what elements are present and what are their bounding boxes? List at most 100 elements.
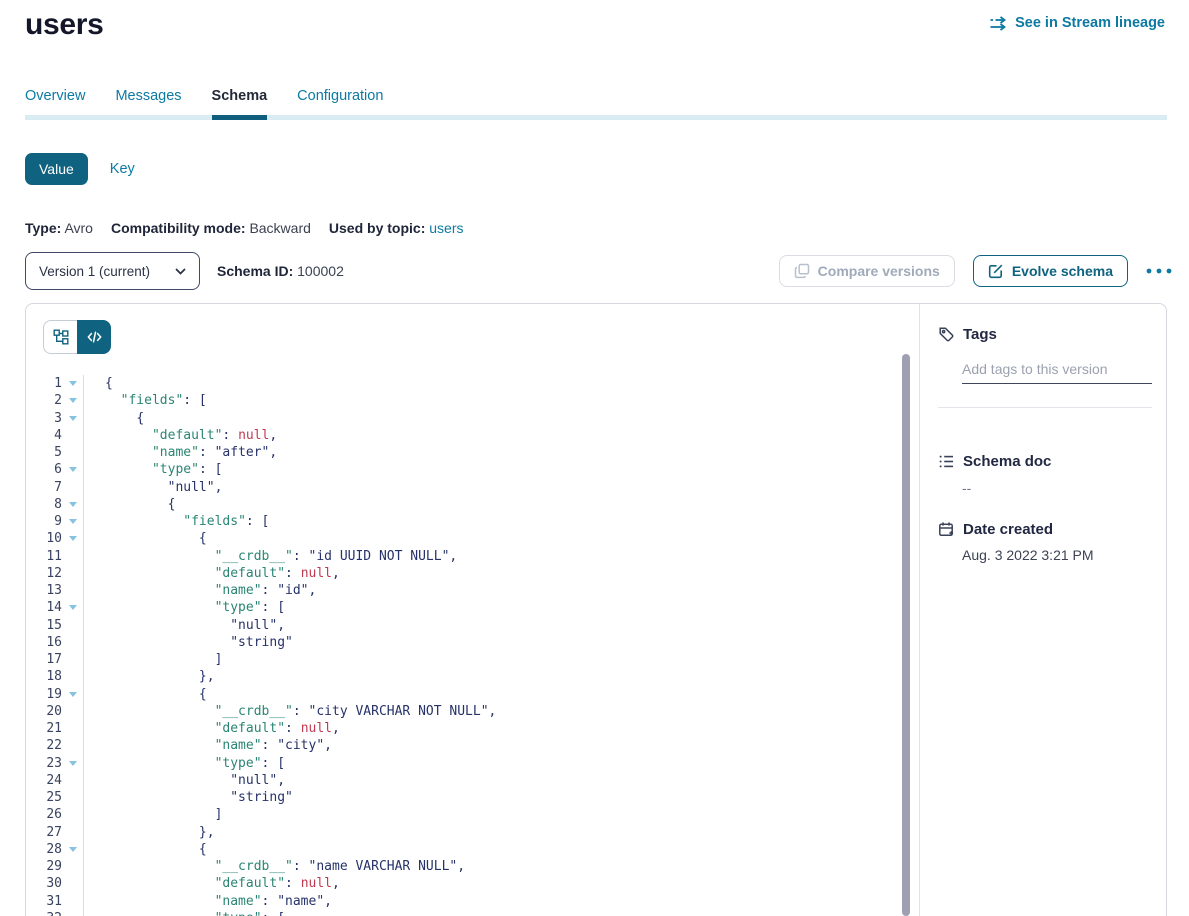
schema-doc-section-header: Schema doc: [938, 453, 1152, 470]
tab-bar: Overview Messages Schema Configuration: [0, 88, 1189, 120]
type-value: Avro: [64, 220, 93, 236]
code-line: 20 "__crdb__": "city VARCHAR NOT NULL",: [26, 703, 919, 720]
line-number: 29: [26, 858, 62, 875]
code-text: "__crdb__": "id UUID NOT NULL",: [84, 548, 457, 565]
line-number: 21: [26, 720, 62, 737]
list-icon: [938, 453, 955, 470]
code-line: 18 },: [26, 668, 919, 685]
calendar-plus-icon: [938, 521, 955, 538]
fold-gutter: [62, 720, 84, 737]
fold-gutter: [62, 392, 84, 409]
code-line: 25 "string": [26, 789, 919, 806]
topic-link[interactable]: users: [429, 220, 463, 236]
collapse-arrow-icon[interactable]: [69, 467, 77, 472]
line-number: 28: [26, 841, 62, 858]
tags-section-header: Tags: [938, 326, 1152, 343]
fold-gutter: [62, 824, 84, 841]
line-number: 32: [26, 910, 62, 916]
collapse-arrow-icon[interactable]: [69, 692, 77, 697]
code-line: 10 {: [26, 530, 919, 547]
collapse-arrow-icon[interactable]: [69, 519, 77, 524]
tree-view-button[interactable]: [43, 320, 77, 354]
type-label: Type:: [25, 220, 61, 236]
code-text: ]: [84, 806, 222, 823]
line-number: 27: [26, 824, 62, 841]
used-by-topic: Used by topic: users: [329, 220, 464, 236]
version-select[interactable]: Version 1 (current): [25, 252, 200, 290]
code-view-button[interactable]: [77, 320, 111, 354]
code-text: "default": null,: [84, 720, 340, 737]
evolve-schema-button[interactable]: Evolve schema: [973, 255, 1128, 287]
more-options-button[interactable]: [1146, 268, 1172, 274]
line-number: 20: [26, 703, 62, 720]
collapse-arrow-icon[interactable]: [69, 536, 77, 541]
vertical-scrollbar-thumb[interactable]: [902, 354, 910, 916]
collapse-arrow-icon[interactable]: [69, 381, 77, 386]
code-text: "__crdb__": "name VARCHAR NULL",: [84, 858, 465, 875]
code-text: "name": "id",: [84, 582, 316, 599]
schema-id-value: 100002: [297, 263, 344, 279]
line-number: 10: [26, 530, 62, 547]
fold-gutter: [62, 548, 84, 565]
value-key-toggle: Value Key: [25, 153, 135, 185]
code-line: 12 "default": null,: [26, 565, 919, 582]
code-view-icon: [87, 330, 102, 344]
code-text: "null",: [84, 617, 285, 634]
code-text: {: [84, 410, 144, 427]
code-line: 6 "type": [: [26, 461, 919, 478]
code-text: "null",: [84, 772, 285, 789]
fold-gutter: [62, 530, 84, 547]
fold-gutter: [62, 755, 84, 772]
tab-messages[interactable]: Messages: [115, 88, 181, 118]
collapse-arrow-icon[interactable]: [69, 605, 77, 610]
fold-gutter: [62, 772, 84, 789]
edit-icon: [988, 263, 1004, 279]
line-number: 30: [26, 875, 62, 892]
tab-overview[interactable]: Overview: [25, 88, 85, 118]
compare-versions-button[interactable]: Compare versions: [779, 255, 955, 287]
tags-input[interactable]: [962, 361, 1152, 384]
code-text: "__crdb__": "city VARCHAR NOT NULL",: [84, 703, 496, 720]
collapse-arrow-icon[interactable]: [69, 761, 77, 766]
collapse-arrow-icon[interactable]: [69, 847, 77, 852]
fold-gutter: [62, 375, 84, 392]
schema-type: Type: Avro: [25, 220, 93, 236]
fold-gutter: [62, 479, 84, 496]
code-line: 31 "name": "name",: [26, 893, 919, 910]
line-number: 8: [26, 496, 62, 513]
code-line: 21 "default": null,: [26, 720, 919, 737]
code-line: 29 "__crdb__": "name VARCHAR NULL",: [26, 858, 919, 875]
code-text: "null",: [84, 479, 222, 496]
tab-underline-track: [25, 115, 1167, 120]
fold-gutter: [62, 617, 84, 634]
fold-gutter: [62, 703, 84, 720]
line-number: 2: [26, 392, 62, 409]
line-number: 26: [26, 806, 62, 823]
code-line: 13 "name": "id",: [26, 582, 919, 599]
sidebar-divider: [938, 407, 1152, 408]
collapse-arrow-icon[interactable]: [69, 416, 77, 421]
code-line: 4 "default": null,: [26, 427, 919, 444]
fold-gutter: [62, 841, 84, 858]
tag-icon: [938, 326, 955, 343]
collapse-arrow-icon[interactable]: [69, 502, 77, 507]
collapse-arrow-icon[interactable]: [69, 398, 77, 403]
code-line: 26 ]: [26, 806, 919, 823]
code-text: "fields": [: [84, 513, 269, 530]
tab-schema[interactable]: Schema: [212, 88, 268, 118]
code-line: 7 "null",: [26, 479, 919, 496]
line-number: 9: [26, 513, 62, 530]
tab-configuration[interactable]: Configuration: [297, 88, 383, 118]
topic-label: Used by topic:: [329, 220, 425, 236]
editor-view-toggle: [43, 320, 111, 354]
see-in-stream-lineage-link[interactable]: See in Stream lineage: [989, 15, 1165, 31]
value-toggle-button[interactable]: Value: [25, 153, 88, 185]
schema-id-label: Schema ID:: [217, 263, 293, 279]
line-number: 13: [26, 582, 62, 599]
key-toggle-button[interactable]: Key: [110, 161, 135, 177]
version-actions: Compare versions Evolve schema: [779, 255, 1172, 287]
fold-gutter: [62, 496, 84, 513]
ellipsis-icon: [1146, 268, 1172, 274]
code-text: "type": [: [84, 755, 285, 772]
line-number: 1: [26, 375, 62, 392]
